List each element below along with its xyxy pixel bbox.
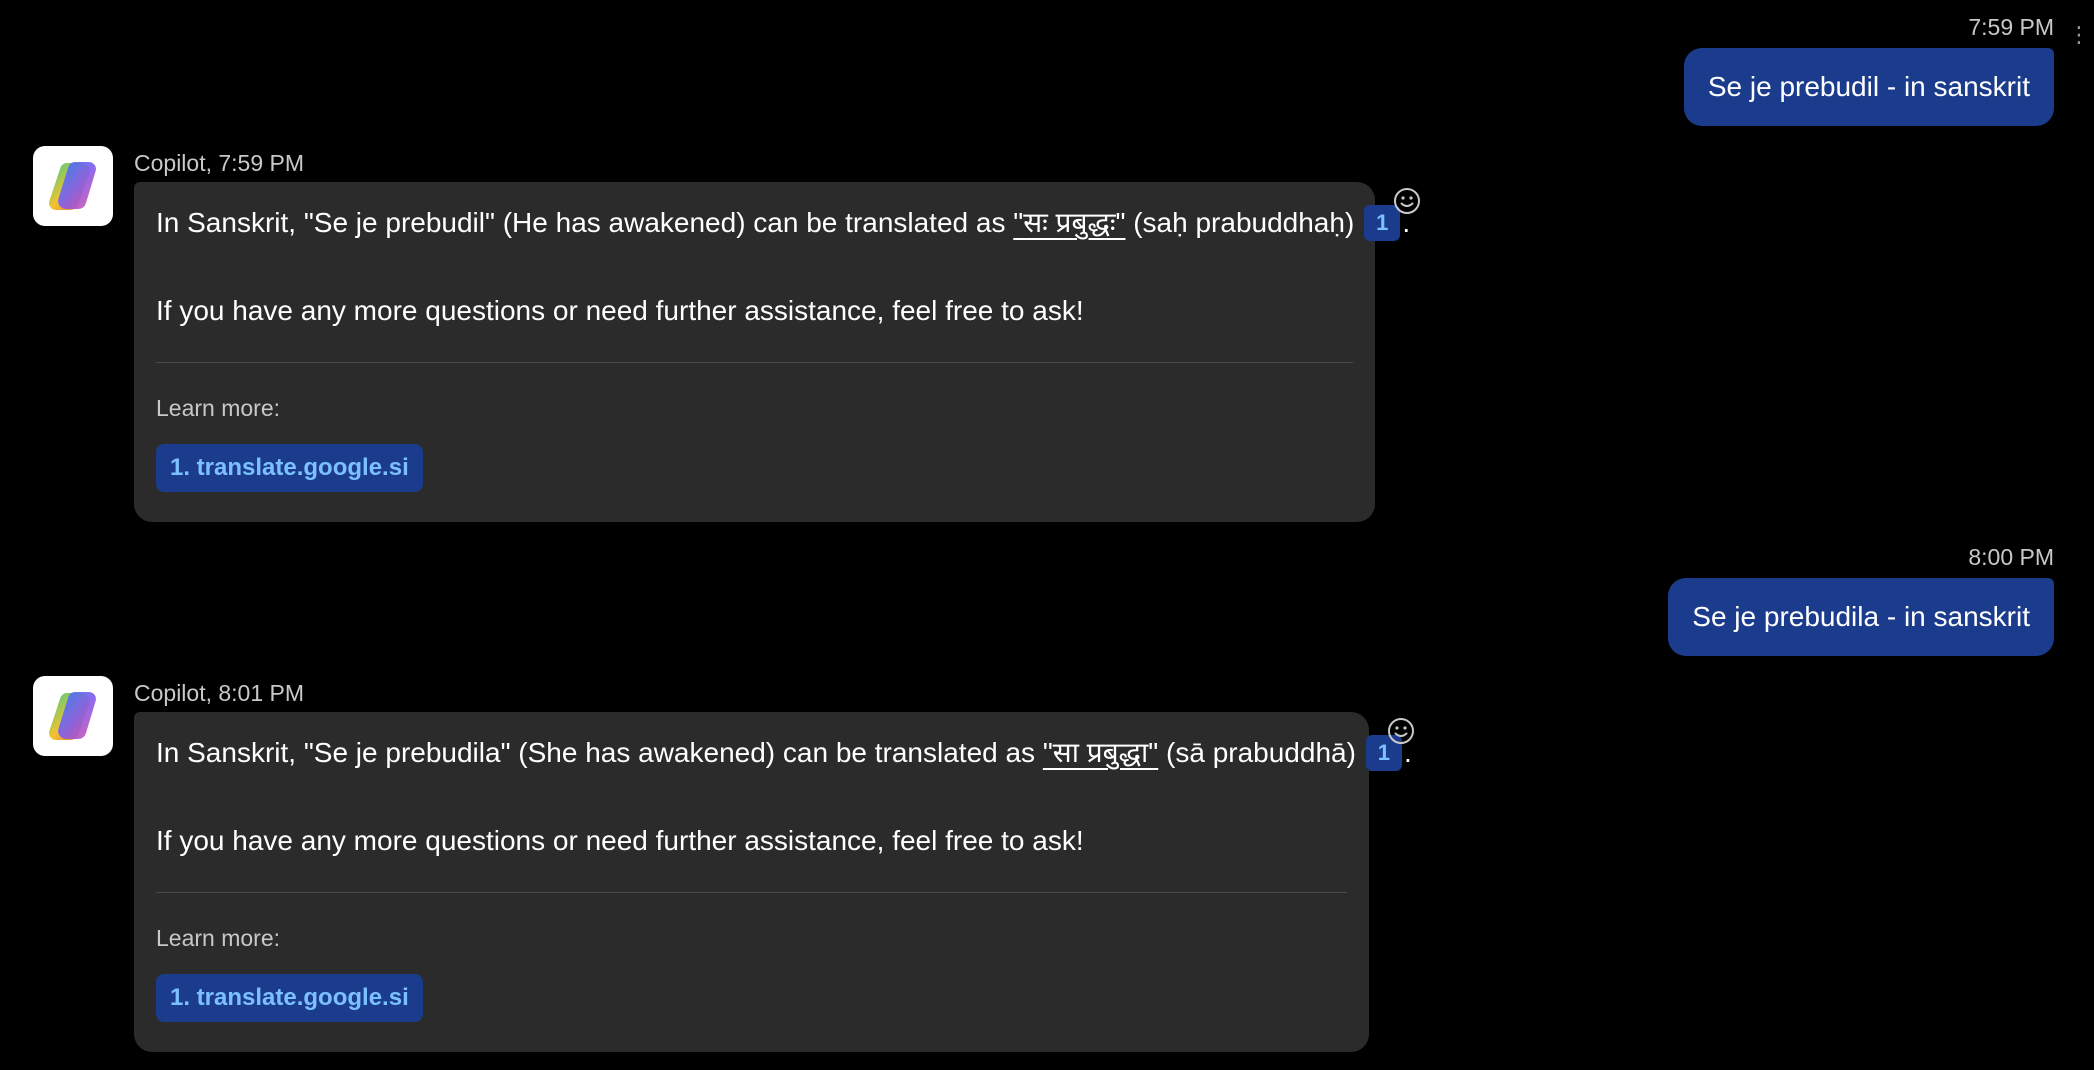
source-link[interactable]: 1. translate.google.si xyxy=(156,444,423,492)
assistant-message-line: In Sanskrit, "Se je prebudil" (He has aw… xyxy=(156,202,1410,244)
message-timestamp: 8:00 PM xyxy=(1968,544,2054,570)
copilot-logo-icon xyxy=(33,146,113,226)
divider xyxy=(156,892,1347,893)
user-message-bubble: Se je prebudil - in sanskrit xyxy=(1683,48,2054,126)
assistant-message-line: If you have any more questions or need f… xyxy=(156,825,1084,856)
assistant-message-header: Copilot, 8:01 PM xyxy=(134,680,305,706)
copilot-logo-icon xyxy=(33,676,113,756)
assistant-message-bubble: In Sanskrit, "Se je prebudila" (She has … xyxy=(134,712,1412,1052)
assistant-message-bubble: In Sanskrit, "Se je prebudil" (He has aw… xyxy=(134,182,1410,522)
sanskrit-translation: "सा प्रबुद्धा" xyxy=(1042,737,1159,768)
message-text: In Sanskrit, "Se je prebudila" (She has … xyxy=(156,737,1043,768)
assistant-message-line: If you have any more questions or need f… xyxy=(156,295,1084,326)
kebab-menu-icon[interactable]: ⋮ xyxy=(2068,24,2090,46)
divider xyxy=(156,362,1353,363)
user-message-bubble: Se je prebudila - in sanskrit xyxy=(1668,578,2054,656)
assistant-message-line: In Sanskrit, "Se je prebudila" (She has … xyxy=(156,732,1412,774)
sanskrit-translation: "सः प्रबुद्धः" xyxy=(1013,207,1126,238)
message-timestamp: 7:59 PM xyxy=(1968,14,2054,40)
assistant-message-header: Copilot, 7:59 PM xyxy=(134,150,305,176)
smiley-icon[interactable] xyxy=(1386,716,1416,746)
smiley-icon[interactable] xyxy=(1392,186,1422,216)
transliteration: (sā prabuddhā) xyxy=(1158,737,1356,768)
chat-transcript: ⋮ 7:59 PM Se je prebudil - in sanskrit C xyxy=(0,0,2094,1070)
source-link[interactable]: 1. translate.google.si xyxy=(156,974,423,1022)
message-text: In Sanskrit, "Se je prebudil" (He has aw… xyxy=(156,207,1014,238)
learn-more-label: Learn more: xyxy=(156,925,281,951)
transliteration: (saḥ prabuddhaḥ) xyxy=(1125,207,1355,238)
learn-more-label: Learn more: xyxy=(156,395,281,421)
